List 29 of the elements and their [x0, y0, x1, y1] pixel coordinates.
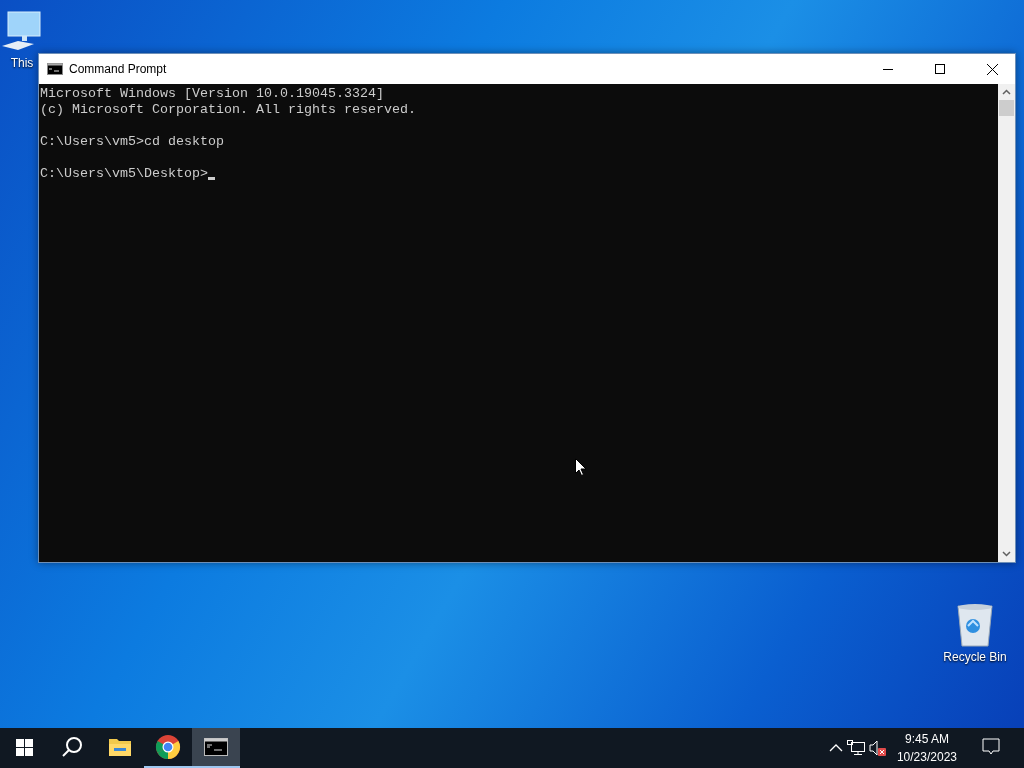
scroll-thumb[interactable]	[999, 100, 1014, 116]
taskbar-app[interactable]	[192, 728, 240, 768]
clock-time: 9:45 AM	[904, 731, 949, 748]
desktop-icon-label[interactable]: This	[10, 56, 34, 70]
close-icon	[986, 63, 998, 75]
console-icon	[204, 738, 228, 756]
console-icon	[47, 63, 63, 75]
clock[interactable]: 9:45 AM 10/23/2023	[890, 730, 963, 766]
window-title: Command Prompt	[69, 62, 168, 76]
recycle-bin-icon	[955, 602, 995, 648]
console-line: (c) Microsoft Corporation. All rights reserved.	[40, 102, 416, 118]
scroll-up-icon[interactable]	[1002, 89, 1011, 95]
console-line: C:\Users\vm5\Desktop>	[40, 166, 208, 182]
scroll-down-icon[interactable]	[1002, 551, 1011, 557]
network-icon[interactable]	[846, 740, 865, 756]
windows-logo-icon	[15, 738, 33, 756]
speech-bubble-icon	[982, 738, 1000, 756]
maximize-icon	[935, 64, 945, 74]
chevron-up-icon[interactable]	[828, 744, 843, 752]
volume-muted-icon[interactable]	[868, 740, 887, 756]
mouse-pointer-icon	[575, 458, 587, 476]
clock-date: 10/23/2023	[896, 749, 957, 766]
console-line: Microsoft Windows [Version 10.0.19045.3324]	[40, 86, 384, 102]
search-icon	[61, 736, 83, 758]
browser-icon	[155, 734, 181, 760]
folder-icon	[108, 737, 132, 757]
scrollbar[interactable]	[998, 84, 1015, 562]
console-line: C:\Users\vm5>cd desktop	[40, 134, 224, 150]
desktop-icon-label[interactable]: Recycle Bin	[943, 650, 1007, 664]
